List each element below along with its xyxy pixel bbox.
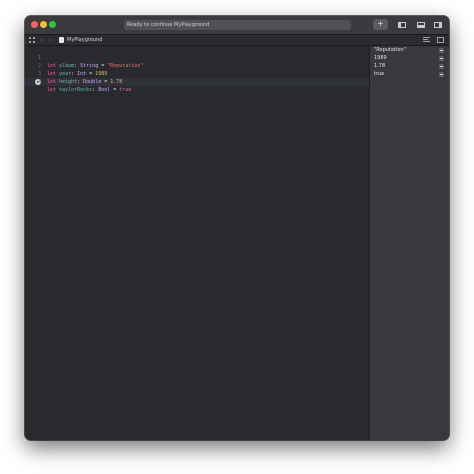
type-name: Bool — [98, 87, 111, 93]
add-library-button[interactable]: + — [373, 19, 388, 30]
code-line[interactable]: 1 let album: String = "Reputation" — [25, 46, 369, 69]
keyword: let — [47, 87, 57, 93]
literal-value: true — [119, 87, 132, 93]
close-window-button[interactable] — [31, 21, 38, 28]
code-line[interactable]: 3 let height: Double = 1.78 — [25, 62, 369, 85]
result-row: 1.78 — [374, 62, 446, 70]
assignment-operator: = — [104, 79, 108, 85]
literal-value: 1.78 — [110, 79, 123, 85]
line-number: 4 — [37, 79, 41, 85]
variable-name: height — [59, 79, 78, 85]
show-result-icon[interactable] — [439, 55, 444, 61]
show-result-icon[interactable] — [439, 71, 444, 77]
code-text: let taylorRocks: Bool = true — [47, 87, 132, 93]
back-icon[interactable]: ‹ — [40, 35, 43, 45]
code-editor[interactable]: 1 let album: String = "Reputation" 2 let… — [25, 46, 369, 440]
split-icon[interactable] — [437, 37, 444, 43]
file-icon — [59, 37, 64, 43]
keyword: let — [47, 79, 57, 85]
toggle-inspector-button[interactable] — [431, 19, 445, 30]
toggle-debug-area-button[interactable] — [414, 19, 428, 30]
show-result-icon[interactable] — [439, 47, 444, 53]
show-result-icon[interactable] — [439, 63, 444, 69]
zoom-window-button[interactable] — [49, 21, 56, 28]
assignment-operator: = — [113, 87, 117, 93]
activity-status: Ready to continue MyPlayground — [124, 20, 351, 30]
playground-file-name[interactable]: MyPlayground — [67, 35, 102, 45]
code-line[interactable]: 4 let taylorRocks: Bool = true — [25, 70, 369, 93]
variable-name: taylorRocks — [59, 87, 93, 93]
result-row: "Reputation" — [374, 46, 446, 54]
code-text: let height: Double = 1.78 — [47, 79, 123, 85]
code-line[interactable]: 2 let year: Int = 1989 — [25, 54, 369, 77]
result-value: 1989 — [374, 55, 387, 61]
title-bar: Ready to continue MyPlayground + — [25, 16, 449, 35]
forward-icon[interactable]: › — [49, 35, 52, 45]
playground-window: Ready to continue MyPlayground + ‹ › MyP… — [25, 16, 449, 440]
toggle-navigator-button[interactable] — [395, 19, 409, 30]
result-value: 1.78 — [374, 63, 386, 69]
navigator-icon — [398, 22, 406, 28]
grid-icon[interactable] — [29, 37, 35, 43]
result-value: "Reputation" — [374, 47, 406, 53]
minimize-window-button[interactable] — [40, 21, 47, 28]
type-name: Double — [83, 79, 102, 85]
debug-area-icon — [417, 22, 425, 28]
result-row: true — [374, 70, 446, 78]
results-sidebar: "Reputation" 1989 1.78 true — [369, 46, 449, 440]
inspector-icon — [434, 22, 442, 28]
list-icon[interactable] — [423, 37, 430, 43]
jump-bar: ‹ › MyPlayground — [25, 35, 449, 46]
result-row: 1989 — [374, 54, 446, 62]
result-value: true — [374, 71, 385, 77]
